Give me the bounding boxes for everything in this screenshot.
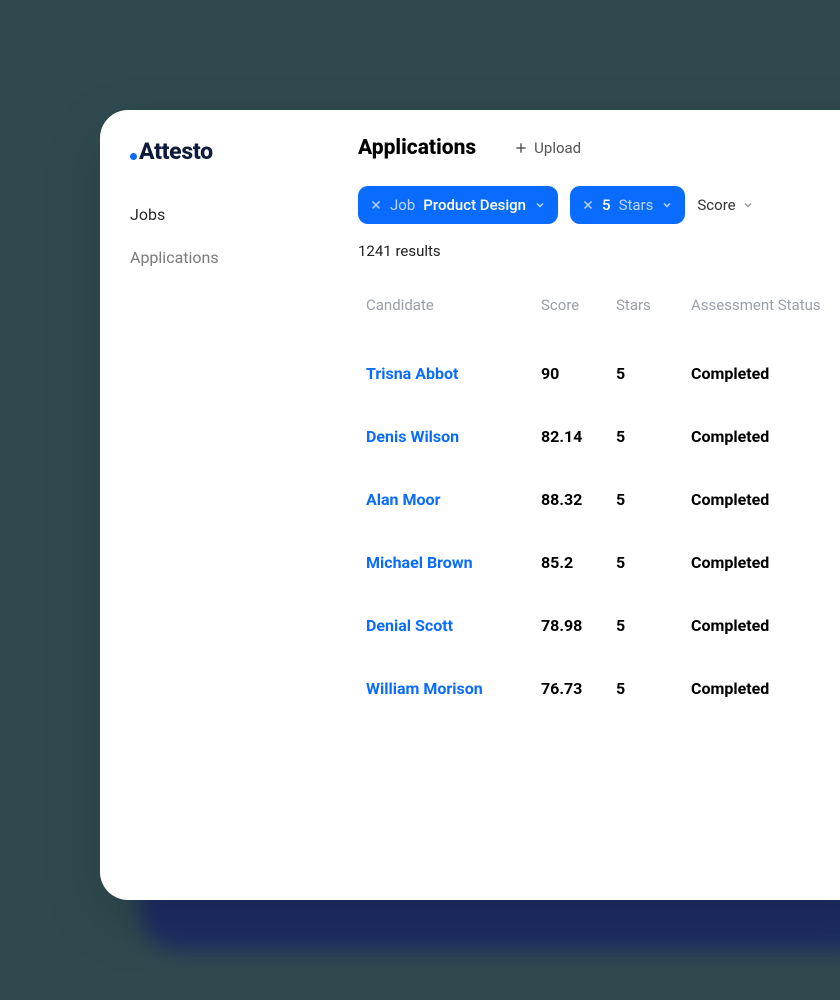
chip-label: Job — [390, 196, 415, 214]
upload-button[interactable]: Upload — [514, 139, 581, 157]
brand-logo: Attesto — [130, 138, 348, 165]
sidebar-item-label: Applications — [130, 248, 219, 267]
candidate-link[interactable]: Denial Scott — [366, 616, 541, 635]
candidate-link[interactable]: Trisna Abbot — [366, 364, 541, 383]
upload-label: Upload — [534, 139, 581, 157]
sidebar-item-jobs[interactable]: Jobs — [130, 193, 348, 236]
sort-label: Score — [697, 196, 735, 214]
cell-stars: 5 — [616, 427, 691, 446]
applications-table: Candidate Score Stars Assessment Status … — [358, 296, 840, 720]
main-content: Applications Upload Job Product Design 5… — [348, 110, 840, 900]
candidate-link[interactable]: William Morison — [366, 679, 541, 698]
cell-stars: 5 — [616, 553, 691, 572]
col-stars: Stars — [616, 296, 691, 314]
table-row: Alan Moor 88.32 5 Completed — [358, 468, 840, 531]
chevron-down-icon[interactable] — [534, 199, 546, 211]
cell-stars: 5 — [616, 490, 691, 509]
filter-row: Job Product Design 5 Stars Score — [358, 186, 840, 224]
chip-value: 5 — [602, 196, 611, 214]
candidate-link[interactable]: Alan Moor — [366, 490, 541, 509]
cell-score: 85.2 — [541, 553, 616, 572]
cell-stars: 5 — [616, 679, 691, 698]
filter-chip-stars[interactable]: 5 Stars — [570, 186, 685, 224]
cell-stars: 5 — [616, 616, 691, 635]
table-row: Denial Scott 78.98 5 Completed — [358, 594, 840, 657]
chevron-down-icon — [742, 199, 754, 211]
table-row: Trisna Abbot 90 5 Completed — [358, 342, 840, 405]
cell-score: 82.14 — [541, 427, 616, 446]
filter-chip-job[interactable]: Job Product Design — [358, 186, 558, 224]
results-count: 1241 results — [358, 242, 840, 260]
table-row: Michael Brown 85.2 5 Completed — [358, 531, 840, 594]
close-icon[interactable] — [582, 199, 594, 211]
cell-stars: 5 — [616, 364, 691, 383]
sidebar: Attesto Jobs Applications — [100, 110, 348, 900]
cell-status: Completed — [691, 679, 840, 698]
cell-score: 76.73 — [541, 679, 616, 698]
close-icon[interactable] — [370, 199, 382, 211]
main-header: Applications Upload — [358, 136, 840, 160]
cell-score: 88.32 — [541, 490, 616, 509]
chip-label: Stars — [619, 196, 654, 214]
sidebar-item-applications[interactable]: Applications — [130, 236, 348, 279]
col-status: Assessment Status — [691, 296, 840, 314]
plus-icon — [514, 141, 528, 155]
candidate-link[interactable]: Denis Wilson — [366, 427, 541, 446]
cell-status: Completed — [691, 364, 840, 383]
table-row: Denis Wilson 82.14 5 Completed — [358, 405, 840, 468]
cell-score: 78.98 — [541, 616, 616, 635]
cell-score: 90 — [541, 364, 616, 383]
brand-name: Attesto — [139, 138, 213, 165]
cell-status: Completed — [691, 427, 840, 446]
app-window: Attesto Jobs Applications Applications U… — [100, 110, 840, 900]
table-row: William Morison 76.73 5 Completed — [358, 657, 840, 720]
cell-status: Completed — [691, 553, 840, 572]
chip-value: Product Design — [423, 196, 526, 214]
chevron-down-icon[interactable] — [661, 199, 673, 211]
table-header: Candidate Score Stars Assessment Status — [358, 296, 840, 342]
cell-status: Completed — [691, 490, 840, 509]
logo-dot-icon — [130, 153, 137, 160]
candidate-link[interactable]: Michael Brown — [366, 553, 541, 572]
cell-status: Completed — [691, 616, 840, 635]
sidebar-item-label: Jobs — [130, 205, 165, 224]
sort-button-score[interactable]: Score — [697, 196, 753, 214]
col-score: Score — [541, 296, 616, 314]
col-candidate: Candidate — [366, 296, 541, 314]
page-title: Applications — [358, 136, 476, 160]
